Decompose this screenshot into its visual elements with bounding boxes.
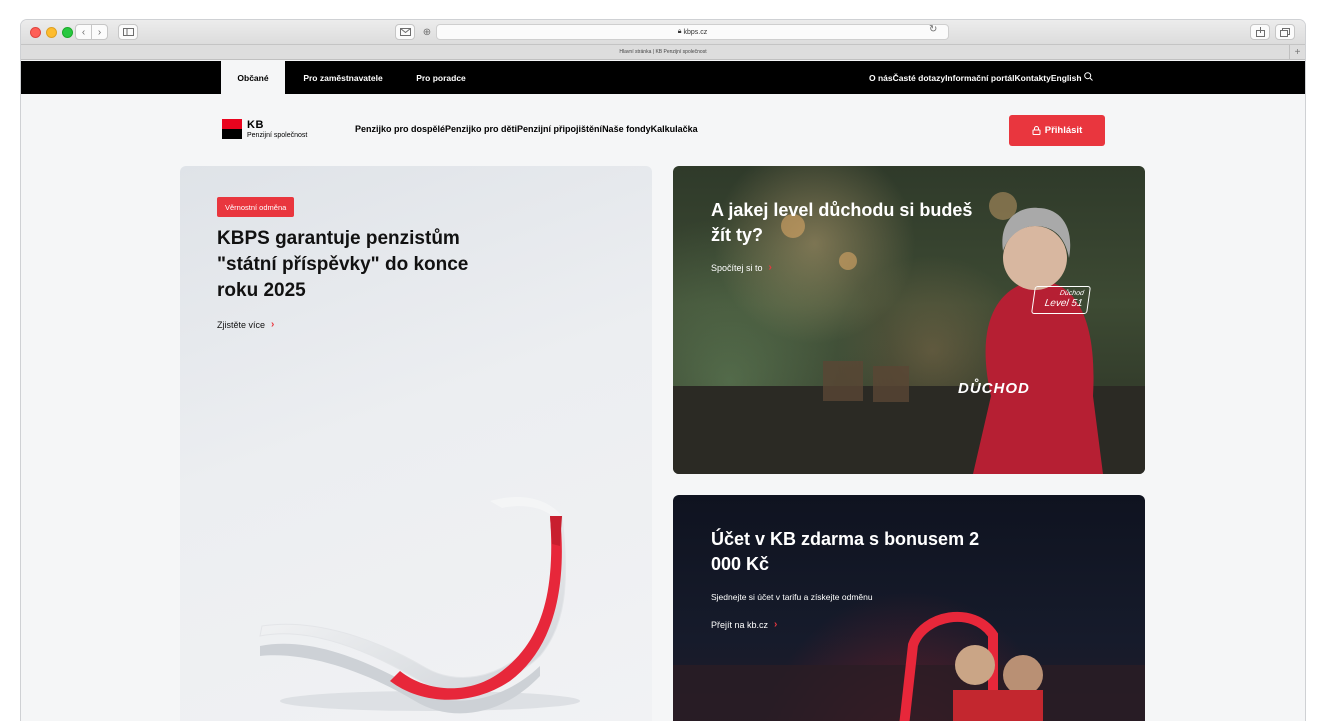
rocking-chair-illustration: [259, 496, 580, 714]
promo-card-kb-account[interactable]: Účet v KB zdarma s bonusem 2 000 Kč Sjed…: [673, 495, 1145, 721]
promo-title: Účet v KB zdarma s bonusem 2 000 Kč: [711, 529, 980, 574]
zoom-window-button[interactable]: [62, 27, 73, 38]
menu-item-calculator[interactable]: Kalkulačka: [651, 124, 698, 134]
menu-item-adults[interactable]: Penzijko pro dospělé: [355, 124, 445, 134]
logo-brand: KB: [247, 118, 264, 131]
lock-icon: [1032, 126, 1041, 135]
go-to-kb-label: Přejít na kb.cz: [711, 619, 769, 630]
top-navigation: Občané Pro zaměstnavatele Pro poradce O …: [21, 61, 1305, 94]
main-menu: Penzijko pro dospělé Penzijko pro děti P…: [355, 124, 698, 134]
chevron-right-icon: ›: [271, 319, 275, 330]
login-button[interactable]: Přihlásit: [1009, 115, 1105, 146]
sidebar-toggle-button[interactable]: [118, 24, 138, 40]
chevron-right-icon: ›: [768, 262, 772, 273]
utility-links: O nás Časté dotazy Informační portál Kon…: [869, 61, 1093, 94]
website: Občané Pro zaměstnavatele Pro poradce O …: [21, 61, 1305, 721]
util-link-english[interactable]: English: [1051, 73, 1082, 83]
new-tab-button[interactable]: +: [1289, 45, 1305, 60]
chevron-left-icon: ‹: [81, 26, 86, 38]
segment-label: Občané: [237, 72, 269, 83]
forward-button[interactable]: ›: [91, 24, 108, 40]
address-bar[interactable]: 🔒︎ kbps.cz: [436, 24, 949, 40]
logo-subtitle: Penzijní společnost: [247, 131, 308, 139]
share-mail-button[interactable]: [395, 24, 415, 40]
sidebar-icon: [122, 28, 134, 36]
browser-toolbar: ‹ › ⊕ 🔒︎ kbps.cz ↻: [21, 20, 1305, 45]
level-tag-line1: Důchod: [1059, 290, 1085, 297]
level-tag-line2: Level 51: [1043, 297, 1084, 309]
learn-more-label: Zjistěte více: [217, 319, 266, 330]
share-button[interactable]: [1250, 24, 1270, 40]
reload-icon[interactable]: ↻: [929, 24, 937, 35]
calculate-label: Spočítej si to: [711, 262, 763, 273]
promo-title: KBPS garantuje penzistům "státní příspěv…: [217, 228, 469, 301]
promo-title: A jakej level důchodu si budeš žít ty?: [711, 200, 973, 245]
minimize-window-button[interactable]: [46, 27, 57, 38]
go-to-kb-link[interactable]: Přejít na kb.cz ›: [711, 619, 777, 630]
segment-label: Pro zaměstnavatele: [303, 72, 383, 83]
show-tabs-button[interactable]: [1275, 24, 1295, 40]
segment-label: Pro poradce: [416, 72, 466, 83]
promo-subtitle: Sjednejte si účet v tarifu a získejte od…: [711, 592, 873, 602]
segment-tab-citizens[interactable]: Občané: [221, 61, 285, 94]
util-link-faq[interactable]: Časté dotazy: [893, 73, 945, 83]
browser-tab-title[interactable]: Hlavní stránka | KB Penzijní společnost: [619, 49, 706, 55]
browser-window: ‹ › ⊕ 🔒︎ kbps.cz ↻ Hlavní stránka | KB P…: [21, 20, 1305, 721]
lock-icon: 🔒︎: [677, 28, 682, 35]
tabs-icon: [1280, 27, 1290, 37]
chevron-right-icon: ›: [774, 619, 778, 630]
search-icon[interactable]: [1083, 72, 1093, 83]
util-link-about[interactable]: O nás: [869, 73, 893, 83]
share-icon: [1255, 27, 1265, 37]
mail-icon: [399, 28, 411, 36]
back-button[interactable]: ‹: [75, 24, 92, 40]
menu-item-funds[interactable]: Naše fondy: [602, 124, 651, 134]
promo-card-loyalty[interactable]: Věrnostní odměna KBPS garantuje penzistů…: [180, 166, 652, 721]
kbps-logo[interactable]: KB Penzijní společnost: [222, 119, 307, 139]
add-bookmark-button[interactable]: ⊕: [420, 24, 434, 40]
plus-circle-icon: ⊕: [422, 26, 432, 38]
segment-tab-employers[interactable]: Pro zaměstnavatele: [293, 61, 393, 94]
level-tag: Důchod Level 51: [1031, 286, 1091, 314]
util-link-contacts[interactable]: Kontakty: [1015, 73, 1051, 83]
hoodie-print: DŮCHOD: [958, 380, 1030, 397]
learn-more-link[interactable]: Zjistěte více ›: [217, 319, 274, 330]
url-text: kbps.cz: [683, 28, 708, 36]
tab-bar: Hlavní stránka | KB Penzijní společnost: [21, 45, 1305, 60]
close-window-button[interactable]: [30, 27, 41, 38]
loyalty-badge: Věrnostní odměna: [217, 197, 295, 217]
kb-logo-mark: [222, 119, 242, 139]
login-label: Přihlásit: [1044, 125, 1083, 136]
menu-item-supplementary[interactable]: Penzijní připojištění: [517, 124, 602, 134]
util-link-portal[interactable]: Informační portál: [945, 73, 1014, 83]
promo-card-pension-level[interactable]: A jakej level důchodu si budeš žít ty? S…: [673, 166, 1145, 474]
calculate-link[interactable]: Spočítej si to ›: [711, 262, 772, 273]
menu-item-children[interactable]: Penzijko pro děti: [445, 124, 517, 134]
segment-tab-advisors[interactable]: Pro poradce: [406, 61, 476, 94]
chevron-right-icon: ›: [97, 26, 102, 38]
